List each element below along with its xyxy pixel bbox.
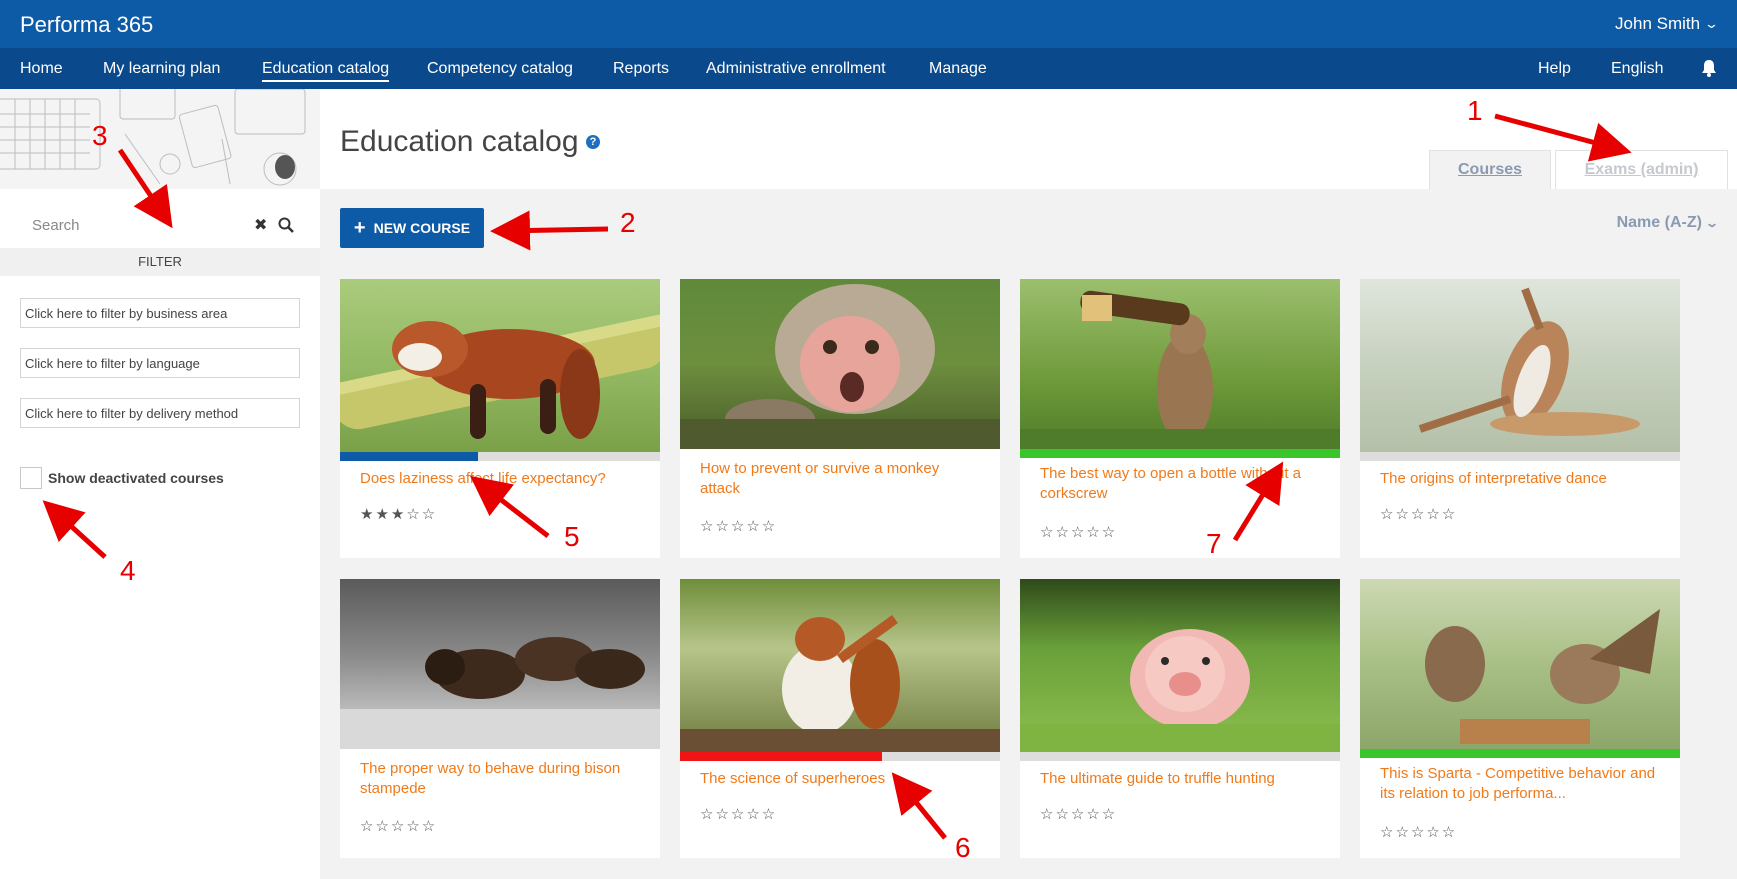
search-input[interactable] (20, 211, 240, 239)
course-card[interactable]: This is Sparta - Competitive behavior an… (1360, 579, 1680, 858)
search-icon[interactable] (278, 217, 294, 233)
nav-language[interactable]: English (1611, 60, 1663, 78)
course-image-squirrel-hero (680, 579, 1000, 752)
tab-exams-admin[interactable]: Exams (admin) (1555, 150, 1728, 189)
annotation-1: 1 (1467, 95, 1483, 126)
search-box: ✖ (20, 211, 300, 239)
progress-fill (340, 452, 478, 461)
course-card[interactable]: The science of superheroes ☆☆☆☆☆ (680, 579, 1000, 858)
annotation-3: 3 (92, 120, 108, 151)
annotation-6: 6 (955, 832, 971, 863)
progress-fill (680, 752, 882, 761)
show-deactivated-label: Show deactivated courses (48, 470, 224, 486)
progress-bar (1020, 449, 1340, 458)
new-course-label: NEW COURSE (373, 220, 471, 236)
nav-administrative-enrollment[interactable]: Administrative enrollment (706, 60, 886, 78)
progress-fill (1360, 749, 1680, 758)
nav-education-catalog[interactable]: Education catalog (262, 60, 390, 82)
nav-my-learning-plan[interactable]: My learning plan (103, 60, 220, 78)
sort-label: Name (A-Z) (1616, 214, 1702, 231)
course-title[interactable]: How to prevent or survive a monkey attac… (700, 459, 980, 499)
nav-home[interactable]: Home (20, 60, 63, 78)
show-deactivated-checkbox[interactable] (20, 467, 42, 489)
progress-bar (680, 752, 1000, 761)
annotation-4: 4 (120, 555, 136, 586)
course-image-sparrows (1360, 579, 1680, 749)
rating-stars: ☆☆☆☆☆ (1380, 506, 1458, 523)
help-icon[interactable]: ? (586, 135, 600, 149)
course-card[interactable]: The ultimate guide to truffle hunting ☆☆… (1020, 579, 1340, 858)
top-bar: Performa 365 John Smith ⌄ (0, 0, 1737, 48)
app-title[interactable]: Performa 365 (20, 12, 153, 38)
course-title[interactable]: The origins of interpretative dance (1380, 469, 1660, 489)
course-title[interactable]: The ultimate guide to truffle hunting (1040, 769, 1320, 789)
course-title[interactable]: The science of superheroes (700, 769, 980, 789)
course-card[interactable]: The best way to open a bottle without a … (1020, 279, 1340, 558)
course-image-squirrel-dance (1360, 279, 1680, 452)
progress-bar (1360, 452, 1680, 461)
progress-bar (1020, 752, 1340, 761)
course-title[interactable]: This is Sparta - Competitive behavior an… (1380, 764, 1660, 804)
course-title[interactable]: The proper way to behave during bison st… (360, 759, 640, 799)
tab-courses[interactable]: Courses (1429, 150, 1551, 189)
new-course-button[interactable]: + NEW COURSE (340, 208, 484, 248)
course-image-red-panda (340, 279, 660, 452)
progress-bar (1360, 749, 1680, 758)
nav-competency-catalog[interactable]: Competency catalog (427, 60, 573, 78)
annotation-7: 7 (1206, 528, 1222, 559)
sidebar: ✖ FILTER Show deactivated courses (0, 89, 320, 879)
filter-language[interactable] (20, 348, 300, 378)
annotation-5: 5 (564, 521, 580, 552)
course-image-monkey (680, 279, 1000, 449)
course-card[interactable]: How to prevent or survive a monkey attac… (680, 279, 1000, 558)
course-image-bison (340, 579, 660, 749)
page-title: Education catalog (340, 125, 579, 158)
filter-delivery-method[interactable] (20, 398, 300, 428)
filter-heading: FILTER (0, 248, 320, 276)
course-card[interactable]: The origins of interpretative dance ☆☆☆☆… (1360, 279, 1680, 558)
main-nav: Home My learning plan Education catalog … (0, 48, 1737, 89)
plus-icon: + (353, 217, 366, 239)
annotation-2: 2 (620, 207, 636, 238)
sidebar-header-image (0, 89, 320, 189)
chevron-down-icon: ⌄ (1704, 216, 1720, 230)
rating-stars: ☆☆☆☆☆ (1380, 824, 1458, 841)
rating-stars: ☆☆☆☆☆ (1040, 524, 1118, 541)
course-image-piglet (1020, 579, 1340, 752)
chevron-down-icon: ⌄ (1703, 16, 1720, 31)
course-title[interactable]: The best way to open a bottle without a … (1040, 464, 1320, 504)
nav-reports[interactable]: Reports (613, 60, 669, 78)
course-title[interactable]: Does laziness affect life expectancy? (360, 469, 640, 489)
progress-fill (1020, 449, 1340, 458)
rating-stars: ☆☆☆☆☆ (360, 818, 438, 835)
show-deactivated-toggle[interactable]: Show deactivated courses (20, 467, 224, 489)
rating-stars: ☆☆☆☆☆ (700, 806, 778, 823)
course-card[interactable]: Does laziness affect life expectancy? ★★… (340, 279, 660, 558)
rating-stars: ★★★☆☆ (360, 506, 438, 523)
main-header: Education catalog ? Courses Exams (admin… (320, 89, 1737, 189)
course-card[interactable]: The proper way to behave during bison st… (340, 579, 660, 858)
user-name: John Smith (1615, 14, 1701, 33)
bell-icon[interactable] (1699, 58, 1719, 78)
nav-help[interactable]: Help (1538, 60, 1571, 78)
sort-dropdown[interactable]: Name (A-Z) ⌄ (1616, 214, 1720, 232)
filter-business-area[interactable] (20, 298, 300, 328)
progress-bar (340, 452, 660, 461)
course-image-squirrel-bottle (1020, 279, 1340, 449)
user-menu[interactable]: John Smith ⌄ (1615, 14, 1720, 34)
close-icon[interactable]: ✖ (254, 215, 267, 235)
rating-stars: ☆☆☆☆☆ (1040, 806, 1118, 823)
nav-manage[interactable]: Manage (929, 60, 987, 78)
rating-stars: ☆☆☆☆☆ (700, 518, 778, 535)
